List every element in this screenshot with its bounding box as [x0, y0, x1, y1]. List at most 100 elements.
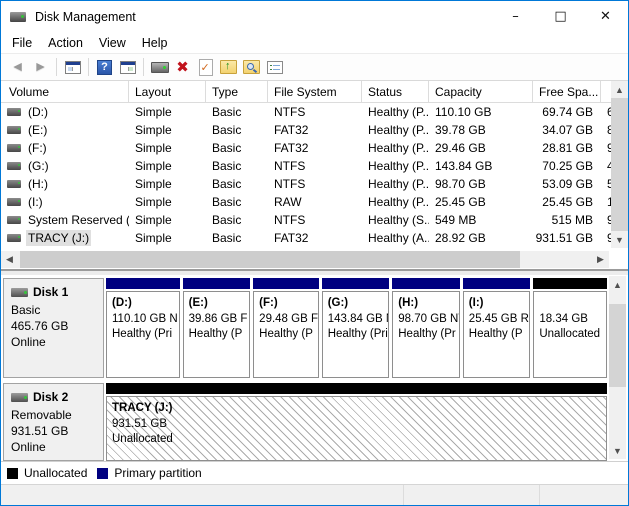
partition-body: (I:)25.45 GB RHealthy (P	[463, 291, 531, 378]
help-button[interactable]	[93, 56, 116, 78]
scroll-right-icon[interactable]: ▶	[592, 251, 609, 268]
table-row[interactable]: System Reserved (...SimpleBasicNTFSHealt…	[1, 211, 628, 229]
partition-status: Unallocated	[539, 327, 604, 343]
partition-g[interactable]: (G:)143.84 GB NHealthy (Pri	[322, 278, 390, 378]
column-header-layout[interactable]: Layout	[129, 81, 206, 102]
legend-swatch	[7, 468, 18, 479]
filesystem-cell: NTFS	[268, 211, 362, 229]
partition-color-bar	[183, 278, 251, 289]
layout-cell: Simple	[129, 103, 206, 121]
layout-cell: Simple	[129, 193, 206, 211]
table-row[interactable]: (H:)SimpleBasicNTFSHealthy (P...98.70 GB…	[1, 175, 628, 193]
console-tree-button[interactable]	[61, 56, 84, 78]
app-disk-icon	[10, 12, 26, 22]
legend-item-unallocated: Unallocated	[7, 466, 87, 480]
table-row[interactable]: (D:)SimpleBasicNTFSHealthy (P...110.10 G…	[1, 103, 628, 121]
column-header-partial[interactable]	[601, 81, 611, 102]
check-document-button[interactable]	[194, 56, 217, 78]
volume-label: (D:)	[26, 104, 50, 120]
partition-size: 25.45 GB R	[469, 312, 528, 328]
partition-i[interactable]: (I:)25.45 GB RHealthy (P	[463, 278, 531, 378]
scrollbar-thumb[interactable]	[611, 98, 628, 231]
menu-item-action[interactable]: Action	[40, 34, 91, 52]
minimize-button[interactable]: –	[493, 1, 538, 32]
open-folder-button[interactable]	[217, 56, 240, 78]
free-space-cell: 515 MB	[533, 211, 601, 229]
column-header-free-spa[interactable]: Free Spa...	[533, 81, 601, 102]
legend-label: Primary partition	[114, 466, 201, 480]
disk-state: Online	[11, 439, 103, 455]
percent-free-cell: 8	[601, 121, 611, 139]
action-pane-button[interactable]	[116, 56, 139, 78]
table-row[interactable]: (E:)SimpleBasicFAT32Healthy (P...39.78 G…	[1, 121, 628, 139]
help-icon	[97, 60, 112, 75]
partition-size: 18.34 GB	[539, 312, 604, 328]
status-bar	[1, 484, 628, 506]
table-row[interactable]: (F:)SimpleBasicFAT32Healthy (P...29.46 G…	[1, 139, 628, 157]
partition-color-bar	[463, 278, 531, 289]
delete-volume-button[interactable]	[171, 56, 194, 78]
capacity-cell: 39.78 GB	[429, 121, 533, 139]
layout-cell: Simple	[129, 157, 206, 175]
layout-cell: Simple	[129, 139, 206, 157]
capacity-cell: 28.92 GB	[429, 229, 533, 247]
column-header-capacity[interactable]: Capacity	[429, 81, 533, 102]
partition-size: 143.84 GB N	[328, 312, 387, 328]
disk-row-disk-1: Disk 1Basic465.76 GBOnline(D:)110.10 GB …	[3, 278, 607, 378]
disk-info-panel[interactable]: Disk 2Removable931.51 GBOnline	[3, 383, 104, 461]
volume-label: (F:)	[26, 140, 49, 156]
scroll-up-icon[interactable]: ▲	[611, 81, 628, 98]
partition-label	[539, 296, 604, 312]
column-header-type[interactable]: Type	[206, 81, 268, 102]
disk-management-window: Disk Management – □ ✕ FileActionViewHelp…	[0, 0, 629, 506]
list-horizontal-scrollbar[interactable]: ◀ ▶	[1, 251, 609, 268]
percent-free-cell: 6	[601, 103, 611, 121]
volume-label: (G:)	[26, 158, 51, 174]
scroll-down-icon[interactable]: ▼	[611, 231, 628, 248]
volume-drive-icon	[7, 144, 21, 152]
partition-unallocated[interactable]: 18.34 GBUnallocated	[533, 278, 607, 378]
column-header-file-system[interactable]: File System	[268, 81, 362, 102]
capacity-cell: 549 MB	[429, 211, 533, 229]
column-header-volume[interactable]: Volume	[1, 81, 129, 102]
properties-icon	[267, 61, 283, 74]
scroll-up-icon[interactable]: ▲	[609, 276, 626, 293]
table-row[interactable]: (G:)SimpleBasicNTFSHealthy (P...143.84 G…	[1, 157, 628, 175]
explore-folder-button[interactable]	[240, 56, 263, 78]
maximize-button[interactable]: □	[538, 1, 583, 32]
disk-info-panel[interactable]: Disk 1Basic465.76 GBOnline	[3, 278, 104, 378]
graphical-vertical-scrollbar[interactable]: ▲ ▼	[609, 276, 626, 459]
scroll-down-icon[interactable]: ▼	[609, 442, 626, 459]
table-row[interactable]: TRACY (J:)SimpleBasicFAT32Healthy (A...2…	[1, 229, 628, 247]
volume-list: VolumeLayoutTypeFile SystemStatusCapacit…	[1, 81, 628, 269]
partition-h[interactable]: (H:)98.70 GB NTHealthy (Pr	[392, 278, 460, 378]
scrollbar-thumb[interactable]	[609, 304, 626, 387]
menu-item-file[interactable]: File	[4, 34, 40, 52]
close-button[interactable]: ✕	[583, 1, 628, 32]
back-button[interactable]	[6, 56, 29, 78]
scroll-left-icon[interactable]: ◀	[1, 251, 18, 268]
type-cell: Basic	[206, 175, 268, 193]
partition-e[interactable]: (E:)39.86 GB FHealthy (P	[183, 278, 251, 378]
percent-free-cell: 9	[601, 139, 611, 157]
partition-tracy-j[interactable]: TRACY (J:)931.51 GBUnallocated	[106, 383, 607, 461]
disk-name-label: Disk 2	[33, 389, 68, 405]
list-vertical-scrollbar[interactable]: ▲ ▼	[611, 81, 628, 248]
scrollbar-thumb[interactable]	[20, 251, 520, 268]
type-cell: Basic	[206, 139, 268, 157]
column-header-status[interactable]: Status	[362, 81, 429, 102]
filesystem-cell: FAT32	[268, 121, 362, 139]
partition-f[interactable]: (F:)29.48 GB FHealthy (P	[253, 278, 319, 378]
status-cell: Healthy (A...	[362, 229, 429, 247]
toolbar-separator	[56, 58, 57, 76]
explore-folder-icon	[243, 60, 260, 74]
partition-d[interactable]: (D:)110.10 GB NHealthy (Pri	[106, 278, 180, 378]
forward-button[interactable]	[29, 56, 52, 78]
drive-status-button[interactable]	[148, 56, 171, 78]
menu-item-help[interactable]: Help	[134, 34, 176, 52]
capacity-cell: 29.46 GB	[429, 139, 533, 157]
menu-item-view[interactable]: View	[91, 34, 134, 52]
properties-button[interactable]	[263, 56, 286, 78]
table-row[interactable]: (I:)SimpleBasicRAWHealthy (P...25.45 GB2…	[1, 193, 628, 211]
partition-color-bar	[392, 278, 460, 289]
